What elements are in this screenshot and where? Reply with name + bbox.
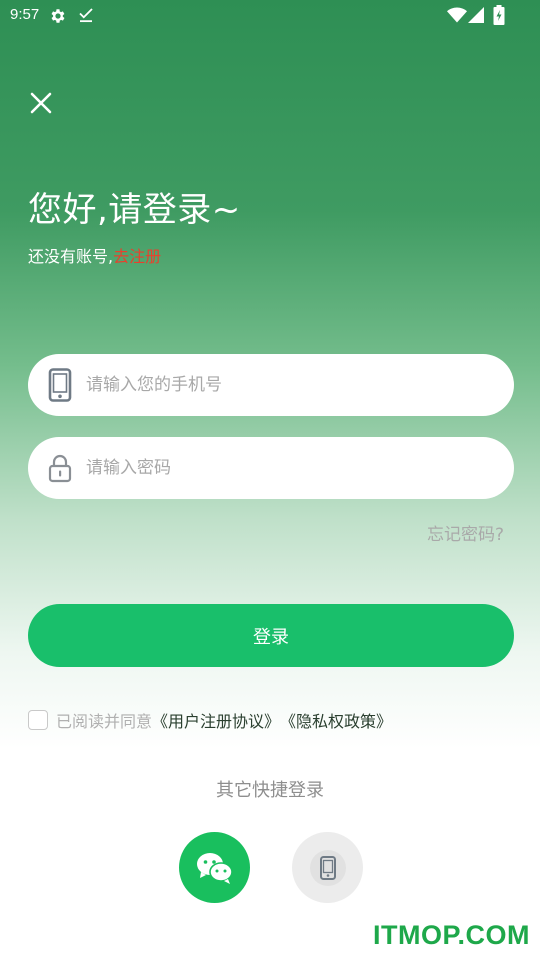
wechat-login-button[interactable] (179, 832, 250, 903)
no-account-text: 还没有账号, (28, 247, 114, 266)
password-input[interactable] (86, 437, 486, 499)
wechat-icon (197, 853, 233, 884)
password-field[interactable] (28, 437, 514, 499)
signal-icon (468, 7, 484, 23)
gear-icon (51, 9, 65, 23)
login-button[interactable]: 登录 (28, 604, 514, 667)
phone-field[interactable] (28, 354, 514, 416)
download-done-icon (79, 8, 93, 23)
phone-icon (310, 850, 346, 886)
close-icon[interactable] (28, 90, 54, 116)
forgot-password-link[interactable]: 忘记密码? (427, 520, 504, 545)
lock-icon (48, 454, 72, 483)
register-link[interactable]: 去注册 (113, 247, 161, 266)
battery-icon (493, 5, 505, 25)
user-agreement-link[interactable]: 《用户注册协议》 (152, 708, 280, 732)
phone-input[interactable] (86, 354, 486, 416)
quick-login-label: 其它快捷登录 (216, 780, 324, 801)
mobile-phone-icon (48, 368, 72, 402)
page-title: 您好,请登录~ (28, 190, 241, 230)
status-bar: 9:57 (0, 0, 540, 32)
agreement-row: 已阅读并同意 《用户注册协议》 《隐私权政策》 (28, 708, 392, 732)
watermark: ITMOP.COM (372, 920, 530, 950)
privacy-policy-link[interactable]: 《隐私权政策》 (280, 708, 392, 732)
phone-login-button[interactable] (292, 832, 363, 903)
agreement-prefix: 已阅读并同意 (56, 712, 153, 731)
agreement-checkbox[interactable] (28, 710, 48, 730)
status-time: 9:57 (10, 6, 40, 23)
wifi-icon (447, 7, 467, 23)
register-prompt: 还没有账号,去注册 (28, 243, 161, 267)
